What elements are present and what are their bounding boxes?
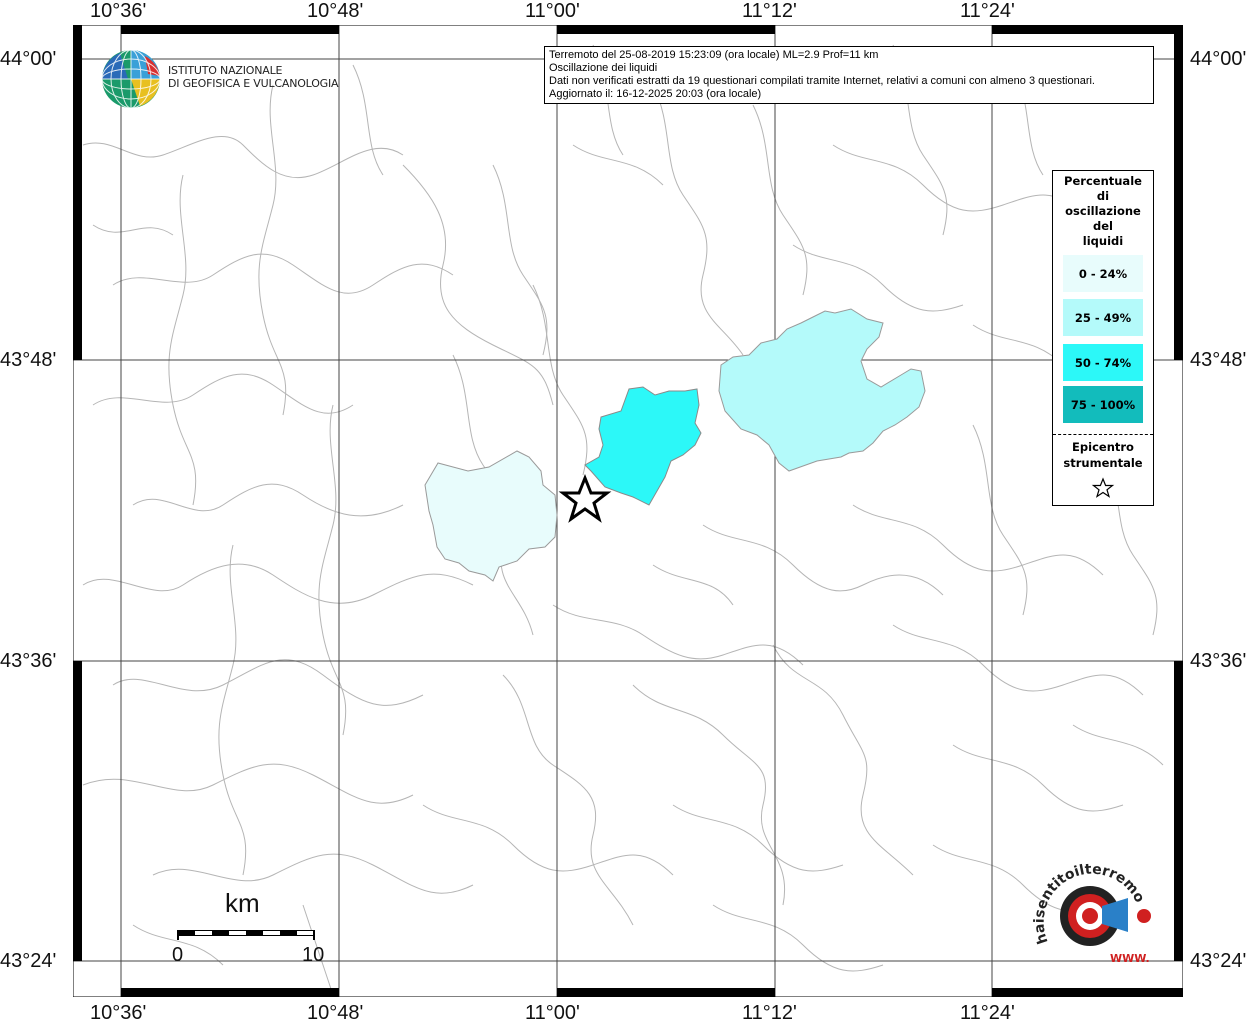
- lon-label-top-2: 10°48': [307, 0, 364, 22]
- lon-label-bottom-1: 10°36': [90, 1002, 147, 1024]
- legend-epicenter-line1: Epicentro: [1072, 440, 1134, 454]
- legend-title-line2: di: [1096, 189, 1110, 203]
- event-info-line2: Oscillazione dei liquidi: [549, 62, 658, 74]
- legend-separator: [1053, 434, 1153, 435]
- map-canvas[interactable]: [73, 25, 1183, 997]
- scale-title: km: [225, 888, 260, 918]
- legend-item-50-74: 50 - 74%: [1063, 344, 1143, 381]
- lon-label-top-5: 11°24': [960, 0, 1015, 22]
- scale-label-start: 0: [172, 944, 184, 966]
- legend-epicenter-line2: strumentale: [1063, 456, 1143, 470]
- legend-title: Percentuale di oscillazione del liquidi: [1053, 171, 1153, 249]
- event-info-line4: Aggiornato il: 16-12-2025 20:03 (ora loc…: [549, 88, 762, 100]
- lat-label-left-4: 43°24': [0, 950, 57, 972]
- legend-title-line5: liquidi: [1082, 234, 1124, 248]
- ingv-logo-text: ISTITUTO NAZIONALE DI GEOFISICA E VULCAN…: [168, 64, 339, 90]
- lat-label-right-1: 44°00': [1190, 48, 1247, 70]
- event-info-line1: Terremoto del 25-08-2019 15:23:09 (ora l…: [549, 49, 879, 61]
- ingv-globe-icon: [101, 49, 161, 109]
- ingv-logo-line1: ISTITUTO NAZIONALE: [168, 64, 283, 77]
- lat-label-right-4: 43°24': [1190, 950, 1247, 972]
- legend-epicenter-label: Epicentro strumentale: [1053, 439, 1153, 471]
- legend-title-line1: Percentuale: [1064, 174, 1142, 188]
- lon-label-top-1: 10°36': [90, 0, 147, 22]
- legend-title-line3: oscillazione: [1065, 204, 1141, 218]
- event-info-box: Terremoto del 25-08-2019 15:23:09 (ora l…: [544, 46, 1154, 104]
- map-frame: [73, 25, 1183, 997]
- ingv-logo-line2: DI GEOFISICA E VULCANOLOGIA: [168, 77, 339, 90]
- lat-label-right-2: 43°48': [1190, 349, 1247, 371]
- event-info-line3: Dati non verificati estratti da 19 quest…: [549, 75, 1095, 87]
- lat-label-right-3: 43°36': [1190, 650, 1247, 672]
- haisentito-www: WWW.: [1110, 952, 1150, 965]
- lat-label-left-1: 44°00': [0, 48, 57, 70]
- lon-label-bottom-3: 11°00': [525, 1002, 580, 1024]
- legend-star-icon: [1091, 477, 1115, 498]
- legend-item-25-49: 25 - 49%: [1063, 299, 1143, 336]
- lat-label-left-2: 43°48': [0, 349, 57, 371]
- lat-label-left-3: 43°36': [0, 650, 57, 672]
- legend: Percentuale di oscillazione del liquidi …: [1052, 170, 1154, 506]
- lon-label-top-4: 11°12': [742, 0, 797, 22]
- legend-item-0-24: 0 - 24%: [1063, 255, 1143, 292]
- legend-title-line4: del: [1093, 219, 1113, 233]
- scale-label-end: 10: [302, 944, 325, 966]
- lon-label-bottom-5: 11°24': [960, 1002, 1015, 1024]
- haisentito-logo-icon: haisentitoilterremoto.it WWW.: [1032, 862, 1151, 965]
- lon-label-bottom-4: 11°12': [742, 1002, 797, 1024]
- lon-label-bottom-2: 10°48': [307, 1002, 364, 1024]
- lon-label-top-3: 11°00': [525, 0, 580, 22]
- legend-item-75-100: 75 - 100%: [1063, 386, 1143, 423]
